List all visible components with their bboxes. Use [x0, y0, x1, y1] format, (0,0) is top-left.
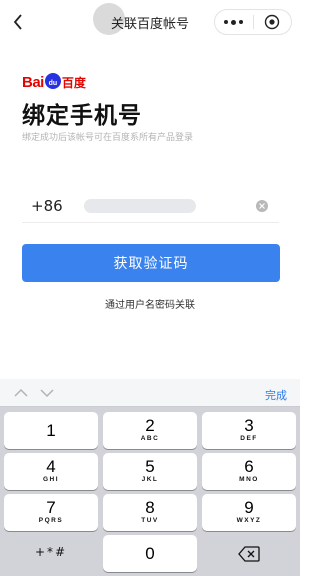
more-button[interactable] — [215, 10, 253, 34]
miniapp-capsule — [214, 9, 292, 35]
key-3[interactable]: 3 DEF — [202, 412, 296, 449]
key-letters: ABC — [140, 435, 160, 442]
baidu-logo: Bai du 百度 — [22, 72, 86, 92]
close-button[interactable] — [254, 10, 292, 34]
key-letters: GHI — [42, 476, 60, 483]
password-login-link[interactable]: 通过用户名密码关联 — [0, 296, 300, 311]
key-digit: 0 — [145, 544, 155, 563]
key-letters: MNO — [239, 476, 259, 483]
nav-bar: 关联百度帐号 — [0, 0, 300, 44]
phone-field[interactable]: +86 — [22, 193, 279, 223]
key-symbols-label: +*# — [34, 545, 68, 559]
key-letters: PQRS — [38, 517, 64, 524]
chevron-up-icon[interactable] — [14, 387, 28, 399]
logo-text-bai: Bai — [22, 73, 44, 91]
key-digit: 1 — [46, 421, 56, 440]
chevron-down-icon[interactable] — [40, 387, 54, 399]
done-button[interactable]: 完成 — [265, 387, 287, 403]
key-4[interactable]: 4 GHI — [4, 453, 98, 490]
key-1[interactable]: 1 — [4, 412, 98, 449]
key-letters: DEF — [240, 435, 258, 442]
key-5[interactable]: 5 JKL — [103, 453, 197, 490]
logo-text-du: du — [48, 80, 58, 87]
clear-circle-icon — [259, 203, 265, 209]
key-9[interactable]: 9 WXYZ — [202, 494, 296, 531]
page-heading: 绑定手机号 — [22, 103, 142, 129]
key-letters: WXYZ — [236, 517, 262, 524]
phone-number-input[interactable] — [84, 199, 196, 213]
key-0[interactable]: 0 — [103, 535, 197, 572]
key-digit: 6 — [244, 457, 254, 476]
key-8[interactable]: 8 TUV — [103, 494, 197, 531]
key-digit: 2 — [145, 416, 155, 435]
backspace-icon — [238, 546, 260, 562]
page-subtitle: 绑定成功后该帐号可在百度系所有产品登录 — [22, 133, 194, 143]
more-dots-icon — [239, 20, 244, 24]
key-digit: 9 — [244, 498, 254, 517]
get-code-button[interactable]: 获取验证码 — [22, 244, 280, 282]
key-digit: 4 — [46, 457, 56, 476]
key-digit: 3 — [244, 416, 254, 435]
key-symbols[interactable]: +*# — [4, 535, 98, 572]
keyboard-toolbar: 完成 — [0, 379, 300, 407]
key-2[interactable]: 2 ABC — [103, 412, 197, 449]
target-close-icon — [265, 14, 280, 30]
more-dots-icon — [224, 20, 229, 24]
country-code[interactable]: +86 — [31, 197, 63, 215]
delete-key[interactable] — [202, 535, 296, 572]
numeric-keyboard: 完成 1 2 ABC 3 DEF 4 GHI 5 JKL 6 MNO 7 PQR… — [0, 379, 300, 576]
paw-icon: du — [44, 73, 61, 89]
key-6[interactable]: 6 MNO — [202, 453, 296, 490]
key-digit: 5 — [145, 457, 155, 476]
logo-text-cn: 百度 — [61, 75, 86, 90]
key-digit: 7 — [46, 498, 56, 517]
key-7[interactable]: 7 PQRS — [4, 494, 98, 531]
clear-button[interactable] — [256, 200, 268, 212]
more-dots-icon — [231, 19, 237, 25]
key-digit: 8 — [145, 498, 155, 517]
key-letters: TUV — [141, 517, 159, 524]
key-letters: JKL — [141, 476, 159, 483]
